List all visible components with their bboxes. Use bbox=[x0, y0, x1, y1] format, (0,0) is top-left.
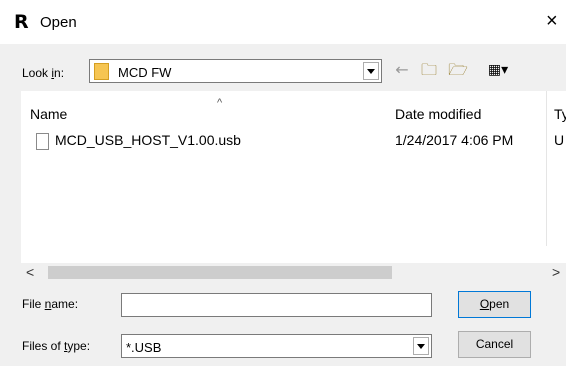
scrollbar-thumb[interactable] bbox=[48, 266, 392, 279]
file-date-cell: 1/24/2017 4:06 PM bbox=[395, 132, 514, 148]
open-button[interactable]: Open bbox=[458, 291, 531, 318]
scroll-right-icon[interactable]: > bbox=[552, 264, 560, 280]
file-icon bbox=[36, 133, 49, 150]
column-header-type[interactable]: Ty bbox=[554, 106, 566, 122]
column-separator bbox=[546, 91, 547, 246]
folder-icon bbox=[94, 63, 109, 80]
file-type-cell: U bbox=[554, 132, 565, 148]
column-header-name[interactable]: Name bbox=[30, 106, 67, 122]
file-list[interactable]: ^ Name Date modified Ty MCD_USB_HOST_V1.… bbox=[21, 91, 566, 282]
window-title: Open bbox=[40, 14, 77, 31]
files-of-type-label: Files of type: bbox=[22, 339, 91, 353]
look-in-dropdown[interactable]: MCD FW bbox=[89, 59, 382, 83]
file-name-cell[interactable]: MCD_USB_HOST_V1.00.usb bbox=[55, 132, 241, 148]
cancel-button[interactable]: Cancel bbox=[458, 331, 531, 358]
back-icon[interactable]: ← bbox=[391, 59, 413, 81]
view-menu-icon[interactable]: ▦▾ bbox=[478, 59, 518, 81]
file-name-label: File name: bbox=[22, 297, 79, 311]
horizontal-scrollbar[interactable]: < > bbox=[21, 263, 566, 282]
r-app-icon: R bbox=[14, 11, 29, 33]
files-of-type-value: *.USB bbox=[126, 340, 162, 355]
look-in-label: Look in: bbox=[22, 66, 65, 80]
file-name-input[interactable] bbox=[121, 293, 432, 317]
chevron-down-icon[interactable] bbox=[363, 62, 379, 80]
title-bar: R Open × bbox=[0, 0, 566, 44]
sort-indicator-icon: ^ bbox=[217, 97, 223, 109]
up-folder-icon[interactable]: 🗀 bbox=[418, 59, 440, 81]
close-icon[interactable]: × bbox=[546, 11, 558, 31]
new-folder-icon[interactable]: 🗁 bbox=[447, 59, 469, 81]
look-in-value: MCD FW bbox=[118, 65, 172, 80]
files-of-type-dropdown[interactable]: *.USB bbox=[121, 334, 432, 358]
column-header-date-modified[interactable]: Date modified bbox=[395, 106, 481, 122]
chevron-down-icon[interactable] bbox=[413, 337, 429, 355]
scroll-left-icon[interactable]: < bbox=[26, 264, 34, 280]
